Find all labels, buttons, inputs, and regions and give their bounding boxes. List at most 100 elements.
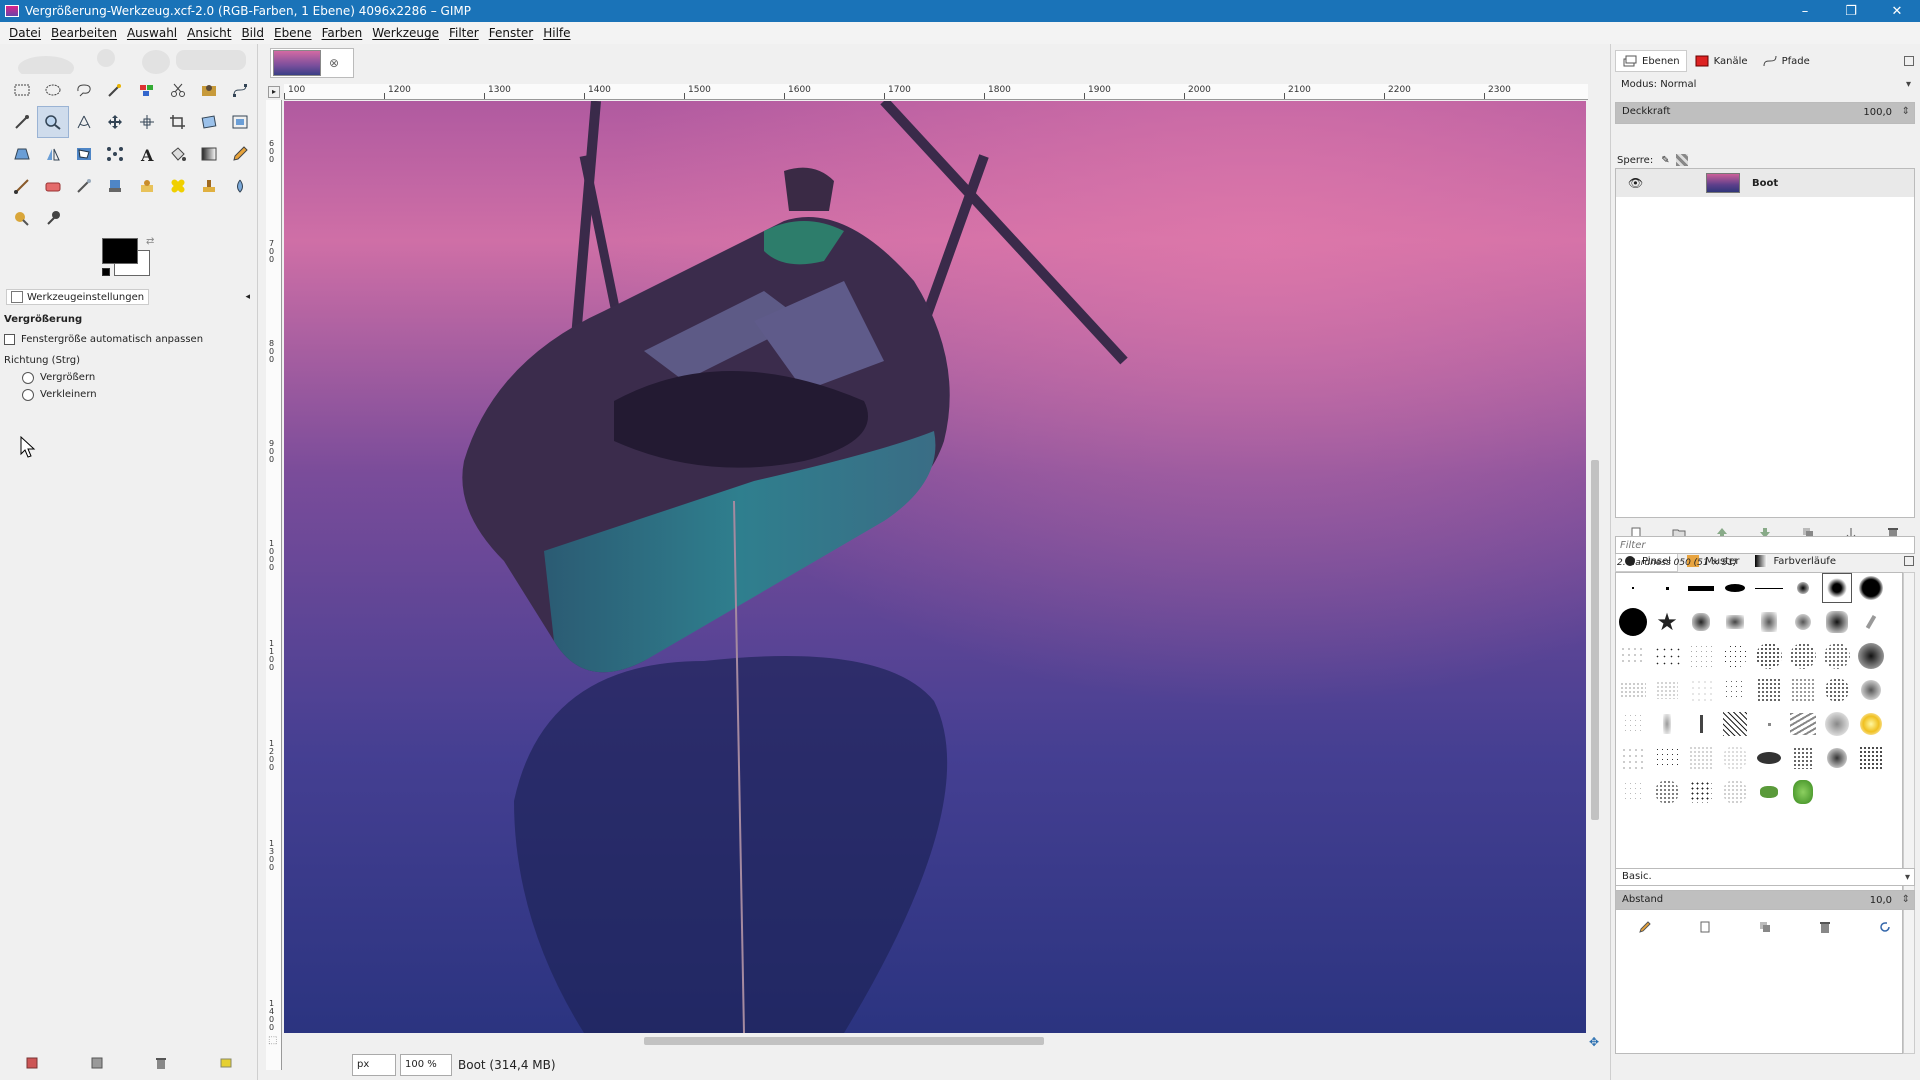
move-tool[interactable] — [100, 106, 131, 138]
menu-werkzeuge[interactable]: Werkzeuge — [372, 26, 439, 40]
zoom-out-radio[interactable] — [22, 388, 34, 401]
menu-auswahl[interactable]: Auswahl — [127, 26, 177, 40]
brush-cell[interactable] — [1822, 743, 1852, 773]
brush-cell[interactable] — [1652, 573, 1682, 603]
color-picker-tool[interactable] — [6, 106, 37, 138]
menu-arrow-icon[interactable]: ▸ — [268, 86, 280, 98]
brush-cell[interactable] — [1856, 709, 1886, 739]
brush-cell[interactable] — [1618, 709, 1648, 739]
bucket-fill-tool[interactable] — [162, 138, 193, 170]
layer-mode-selector[interactable]: Modus: Normal ▾ — [1615, 76, 1915, 98]
ink-tool[interactable] — [100, 170, 131, 202]
paintbrush-tool[interactable] — [6, 170, 37, 202]
eraser-tool[interactable] — [37, 170, 68, 202]
brush-cell[interactable] — [1686, 573, 1716, 603]
brush-cell[interactable]: ★ — [1652, 607, 1682, 637]
menu-fenster[interactable]: Fenster — [489, 26, 534, 40]
brush-cell[interactable] — [1822, 709, 1852, 739]
brush-cell[interactable] — [1618, 777, 1648, 807]
brush-cell[interactable] — [1856, 573, 1886, 603]
vertical-scroll-thumb[interactable] — [1591, 460, 1599, 820]
brush-cell[interactable] — [1754, 709, 1784, 739]
brush-cell[interactable] — [1720, 675, 1750, 705]
warp-transform-tool[interactable] — [100, 138, 131, 170]
close-button[interactable]: ✕ — [1874, 0, 1920, 22]
brush-cell[interactable] — [1686, 777, 1716, 807]
save-options-icon[interactable] — [25, 1056, 39, 1070]
zoom-in-radio[interactable] — [22, 371, 34, 384]
fuzzy-select-tool[interactable] — [100, 74, 131, 106]
zoom-tool[interactable] — [37, 106, 69, 138]
horizontal-scrollbar[interactable] — [284, 1034, 1588, 1048]
brush-cell[interactable] — [1618, 743, 1648, 773]
auto-resize-checkbox[interactable] — [4, 334, 15, 345]
zoom-out-option[interactable]: Verkleinern — [4, 386, 252, 403]
smudge-tool[interactable] — [225, 170, 256, 202]
reset-options-icon[interactable] — [219, 1056, 233, 1070]
brush-cell[interactable] — [1754, 607, 1784, 637]
menu-filter[interactable]: Filter — [449, 26, 479, 40]
menu-bild[interactable]: Bild — [241, 26, 264, 40]
tab-layers[interactable]: Ebenen — [1615, 50, 1687, 72]
brushes-dock-menu-icon[interactable] — [1904, 556, 1914, 566]
lock-pixels-icon[interactable]: ✎ — [1661, 155, 1669, 166]
stepper-icon[interactable]: ⇕ — [1902, 106, 1910, 117]
brush-cell[interactable] — [1618, 675, 1648, 705]
brush-cell[interactable] — [1686, 709, 1716, 739]
align-tool[interactable] — [131, 106, 162, 138]
brush-cell[interactable] — [1788, 777, 1818, 807]
quick-mask-icon[interactable]: ⬚ — [268, 1035, 277, 1046]
auto-resize-option[interactable]: Fenstergröße automatisch anpassen — [4, 331, 252, 348]
text-tool[interactable]: A — [131, 138, 162, 170]
brush-cell[interactable] — [1686, 607, 1716, 637]
dock-config-icon[interactable]: ◂ — [245, 292, 250, 302]
restore-options-icon[interactable] — [90, 1056, 104, 1070]
swap-colors-icon[interactable]: ⇄ — [146, 236, 154, 247]
brush-cell[interactable] — [1788, 709, 1818, 739]
default-colors-icon[interactable] — [102, 268, 110, 276]
opacity-slider[interactable]: Deckkraft 100,0 ⇕ — [1615, 102, 1915, 124]
brush-cell[interactable] — [1754, 675, 1784, 705]
brush-cell[interactable] — [1788, 641, 1818, 671]
brush-cell[interactable] — [1856, 607, 1886, 637]
brush-cell[interactable] — [1652, 777, 1682, 807]
navigate-icon[interactable]: ✥ — [1589, 1035, 1599, 1049]
brush-cell[interactable] — [1822, 641, 1852, 671]
delete-options-icon[interactable] — [154, 1056, 168, 1070]
menu-farben[interactable]: Farben — [322, 26, 363, 40]
layers-dock-menu-icon[interactable] — [1904, 56, 1914, 66]
ellipse-select-tool[interactable] — [37, 74, 68, 106]
unified-transform-tool[interactable] — [194, 106, 225, 138]
perspective-tool[interactable] — [6, 138, 37, 170]
brush-cell[interactable] — [1822, 675, 1852, 705]
brush-cell[interactable] — [1652, 743, 1682, 773]
brush-cell[interactable] — [1652, 675, 1682, 705]
menu-bearbeiten[interactable]: Bearbeiten — [51, 26, 117, 40]
visibility-eye-icon[interactable]: 👁 — [1628, 176, 1646, 190]
brush-cell[interactable] — [1652, 709, 1682, 739]
brush-cell[interactable] — [1686, 675, 1716, 705]
mypaint-brush-tool[interactable] — [131, 170, 162, 202]
brush-cell[interactable] — [1652, 641, 1682, 671]
clone-tool[interactable] — [194, 170, 225, 202]
minimize-button[interactable]: – — [1782, 0, 1828, 22]
measure-tool[interactable] — [69, 106, 100, 138]
menu-ansicht[interactable]: Ansicht — [187, 26, 231, 40]
horizontal-scroll-thumb[interactable] — [644, 1037, 1044, 1045]
brush-cell[interactable] — [1720, 777, 1750, 807]
menu-datei[interactable]: Datei — [9, 26, 41, 40]
duplicate-brush-icon[interactable] — [1758, 920, 1772, 934]
brush-cell[interactable] — [1720, 573, 1750, 603]
scale-tool[interactable] — [225, 106, 256, 138]
brush-cell[interactable] — [1822, 607, 1852, 637]
lock-alpha-icon[interactable] — [1675, 154, 1688, 166]
dodge-burn-tool[interactable] — [6, 202, 38, 234]
pencil-tool[interactable] — [225, 138, 256, 170]
brush-filter-input[interactable] — [1615, 536, 1915, 554]
brush-cell[interactable] — [1720, 641, 1750, 671]
brush-cell[interactable] — [1618, 573, 1648, 603]
crop-tool[interactable] — [162, 106, 193, 138]
brush-cell[interactable] — [1788, 675, 1818, 705]
brush-cell[interactable] — [1618, 641, 1648, 671]
brush-cell[interactable] — [1754, 743, 1784, 773]
